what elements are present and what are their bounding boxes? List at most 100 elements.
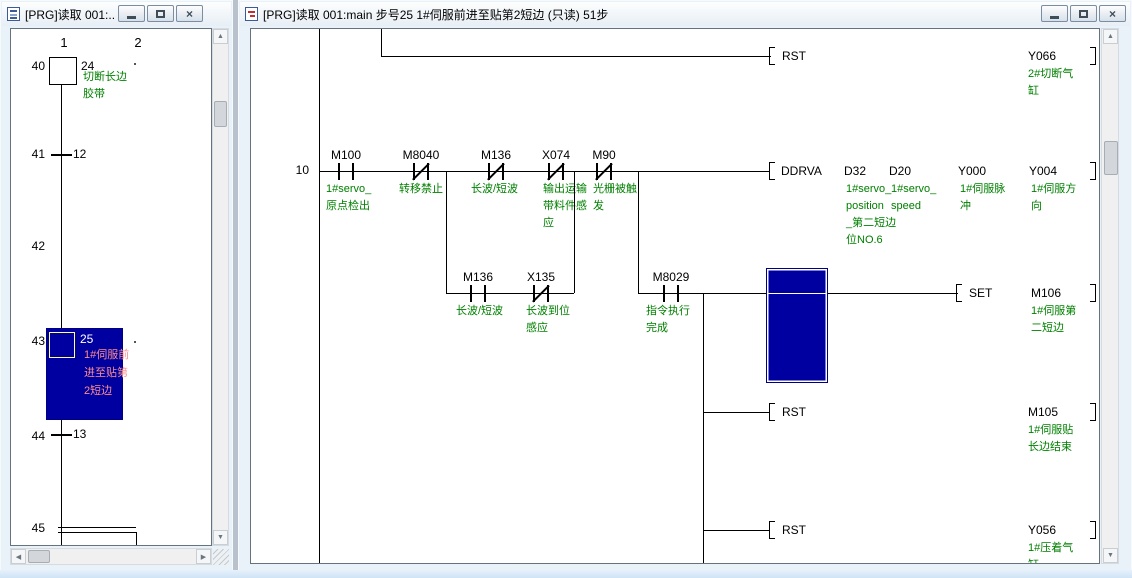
sfc-row-number: 45	[21, 521, 45, 535]
scroll-thumb[interactable]	[1104, 141, 1118, 175]
device-comment: 位NO.6	[846, 232, 896, 249]
sfc-transition-number: 13	[73, 427, 86, 441]
scroll-up-icon[interactable]: ▲	[213, 29, 228, 44]
coil-operand[interactable]: Y000	[958, 164, 986, 178]
close-button[interactable]: ×	[176, 5, 203, 22]
restore-icon	[156, 10, 165, 18]
device-comment: 1#伺服方	[1031, 181, 1076, 198]
ladder-canvas[interactable]: RST Y066 2#切断气 缸 10 M100 1#servo_ 原点检出 M…	[250, 28, 1100, 564]
restore-button[interactable]	[147, 5, 174, 22]
sfc-step-comment: 进至贴第	[84, 364, 129, 382]
sfc-hscrollbar[interactable]: ◀ ▶	[10, 548, 212, 565]
device-comment: 二短边	[1031, 320, 1076, 337]
sfc-transition[interactable]	[51, 434, 72, 436]
contact-label: M90	[572, 148, 636, 162]
device-comment: 带料件感	[543, 198, 587, 215]
contact-nc[interactable]	[483, 163, 509, 180]
coil-bracket	[956, 284, 962, 302]
device-comment: 1#servo_	[846, 181, 896, 198]
mdi-area: [PRG]读取 001:... × 1 2 3 40 41 42 43 44 4…	[0, 0, 1132, 578]
contact-label: M100	[314, 148, 378, 162]
sfc-selected-step[interactable]: 25 1#伺服前 进至贴第 2短边	[46, 328, 123, 420]
wire	[574, 171, 575, 293]
grid-dot	[134, 341, 136, 343]
device-comment: 1#伺服脉	[960, 181, 1005, 198]
device-comment: 转移禁止	[399, 181, 443, 198]
sfc-row-number: 41	[21, 147, 45, 161]
sfc-step-box[interactable]	[49, 57, 77, 85]
device-comment: 指令执行	[646, 303, 690, 320]
minimize-button[interactable]	[118, 5, 145, 22]
sfc-vscrollbar[interactable]: ▲ ▼	[212, 28, 229, 546]
device-comment: 缸	[1028, 557, 1073, 564]
contact-nc[interactable]	[591, 163, 617, 180]
coil-bracket	[1090, 403, 1096, 421]
device-comment: 向	[1031, 198, 1076, 215]
device-comment: 缸	[1028, 83, 1073, 100]
sfc-parallel-merge-line	[58, 527, 136, 528]
coil-instruction[interactable]: RST	[782, 405, 806, 419]
sfc-step-comment: 1#伺服前	[84, 346, 129, 364]
sfc-wire	[61, 85, 62, 328]
coil-instruction[interactable]: RST	[782, 523, 806, 537]
sfc-row-number: 43	[21, 334, 45, 348]
scroll-right-icon[interactable]: ▶	[196, 549, 211, 564]
scroll-up-icon[interactable]: ▲	[1103, 29, 1118, 44]
sfc-window-titlebar[interactable]: [PRG]读取 001:... ×	[2, 2, 231, 26]
device-comment: 1#伺服贴	[1028, 422, 1073, 439]
scroll-thumb[interactable]	[214, 101, 227, 127]
resize-grip[interactable]	[213, 549, 229, 565]
device-comment: 长边结束	[1028, 439, 1073, 456]
device-comment: 发	[593, 198, 637, 215]
scroll-down-icon[interactable]: ▼	[1103, 548, 1118, 563]
restore-icon	[1079, 10, 1088, 18]
coil-bracket	[1090, 162, 1096, 180]
contact-nc[interactable]	[543, 163, 569, 180]
contact-nc[interactable]	[528, 285, 554, 302]
sfc-transition-number: 12	[73, 147, 86, 161]
device-comment: 长波/短波	[471, 181, 518, 198]
minimize-button[interactable]	[1041, 5, 1068, 22]
wire	[703, 530, 769, 531]
contact-nc[interactable]	[408, 163, 434, 180]
sfc-canvas[interactable]: 1 2 3 40 41 42 43 44 45 24 切断长边 胶带	[10, 28, 212, 546]
sfc-window-title: [PRG]读取 001:...	[25, 6, 115, 23]
device-comment: 完成	[646, 320, 690, 337]
sfc-row-number: 42	[21, 239, 45, 253]
coil-bracket	[769, 162, 775, 180]
contact-no[interactable]	[333, 163, 359, 180]
coil-instruction[interactable]: RST	[782, 49, 806, 63]
coil-bracket	[1090, 521, 1096, 539]
contact-label: M136	[464, 148, 528, 162]
coil-instruction[interactable]: SET	[969, 286, 992, 300]
coil-operand[interactable]: M106	[1031, 286, 1061, 300]
device-comment: 1#压着气	[1028, 540, 1073, 557]
close-icon: ×	[186, 8, 193, 20]
restore-button[interactable]	[1070, 5, 1097, 22]
ladder-window-titlebar[interactable]: [PRG]读取 001:main 步号25 1#伺服前进至贴第2短边 (只读) …	[240, 2, 1130, 26]
coil-operand[interactable]: Y056	[1028, 523, 1056, 537]
wire	[768, 293, 826, 294]
nc-slash	[595, 163, 612, 180]
ladder-selection-cursor[interactable]	[766, 268, 828, 383]
close-button[interactable]: ×	[1099, 5, 1126, 22]
scroll-thumb[interactable]	[28, 550, 50, 563]
coil-operand[interactable]: D20	[889, 164, 911, 178]
contact-no[interactable]	[658, 285, 684, 302]
coil-operand[interactable]: Y004	[1029, 164, 1057, 178]
wire	[381, 29, 382, 56]
ladder-vscrollbar[interactable]: ▲ ▼	[1101, 28, 1119, 564]
sfc-transition[interactable]	[51, 154, 72, 156]
coil-instruction[interactable]: DDRVA	[781, 164, 822, 178]
scroll-left-icon[interactable]: ◀	[11, 549, 26, 564]
coil-operand[interactable]: M105	[1028, 405, 1058, 419]
sfc-step-comment: 切断长边	[83, 69, 127, 86]
device-comment: 感应	[526, 320, 570, 337]
coil-bracket	[1090, 47, 1096, 65]
contact-label: M8040	[389, 148, 453, 162]
sfc-step-comment: 2短边	[84, 382, 129, 400]
contact-no[interactable]	[465, 285, 491, 302]
scroll-down-icon[interactable]: ▼	[213, 530, 228, 545]
coil-operand[interactable]: Y066	[1028, 49, 1056, 63]
coil-operand[interactable]: D32	[844, 164, 866, 178]
